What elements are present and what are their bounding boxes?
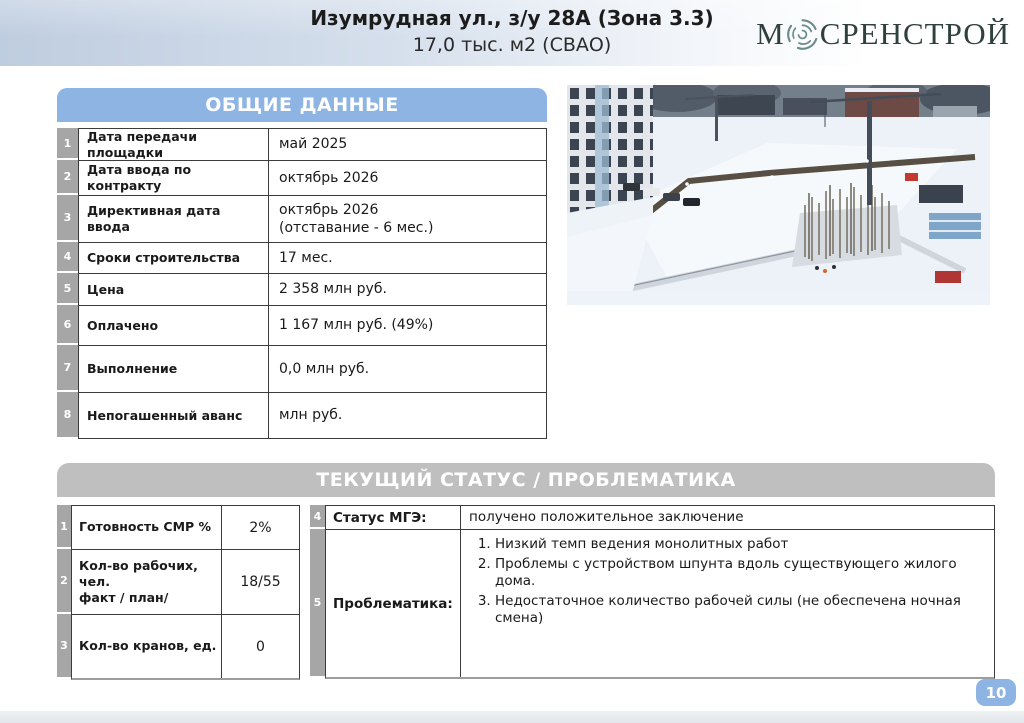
row-number: 4 xyxy=(310,505,325,529)
row-value: 17 мес. xyxy=(279,249,333,266)
current-status-header: ТЕКУЩИЙ СТАТУС / ПРОБЛЕМАТИКА xyxy=(57,463,995,497)
row-value: млн руб. xyxy=(279,407,343,424)
row-value: октябрь 2026 xyxy=(279,169,379,186)
problems-cell: Низкий темп ведения монолитных работ Про… xyxy=(461,530,994,677)
problem-item: Проблемы с устройством шпунта вдоль суще… xyxy=(495,556,964,591)
row-number: 3 xyxy=(57,195,78,242)
table-row: Кол-во рабочих, чел. факт / план/ 18/55 xyxy=(72,550,299,615)
table-row: Цена 2 358 млн руб. xyxy=(79,274,546,306)
general-data-header: ОБЩИЕ ДАННЫЕ xyxy=(57,88,547,122)
logo-vortex-icon xyxy=(786,18,818,50)
status-details-number-column: 4 5 xyxy=(310,505,325,679)
row-label: Директивная дата ввода xyxy=(79,196,269,242)
table-row: Дата ввода по контракту октябрь 2026 xyxy=(79,161,546,196)
row-label: Готовность СМР % xyxy=(72,506,222,549)
row-value: 0,0 млн руб. xyxy=(279,360,370,377)
slide-footer-strip xyxy=(0,711,1024,723)
row-number: 3 xyxy=(57,614,71,677)
table-row: Директивная дата ввода октябрь 2026 (отс… xyxy=(79,196,546,243)
table-row: Кол-во кранов, ед. 0 xyxy=(72,615,299,678)
problems-list: Низкий темп ведения монолитных работ Про… xyxy=(469,536,964,628)
general-data-section: ОБЩИЕ ДАННЫЕ 1 2 3 4 5 6 7 8 Дата переда… xyxy=(57,88,547,439)
table-row: Статус МГЭ: получено положительное заклю… xyxy=(326,506,994,530)
logo-text: СРЕНСТРОЙ xyxy=(819,16,1010,51)
row-number: 7 xyxy=(57,345,78,392)
row-number: 1 xyxy=(57,505,71,549)
row-label: Сроки строительства xyxy=(79,243,269,273)
table-row: Оплачено 1 167 млн руб. (49%) xyxy=(79,306,546,346)
row-label: Проблематика: xyxy=(326,530,461,677)
status-metrics-table: 1 2 3 Готовность СМР % 2% Кол-во рабочих… xyxy=(57,505,300,680)
row-value: май 2025 xyxy=(279,136,348,153)
row-value: 0 xyxy=(256,638,265,655)
table-row: Сроки строительства 17 мес. xyxy=(79,243,546,274)
row-label: Выполнение xyxy=(79,346,269,392)
row-label: Оплачено xyxy=(79,306,269,345)
status-metrics-number-column: 1 2 3 xyxy=(57,505,71,680)
table-row: Готовность СМР % 2% xyxy=(72,506,299,550)
row-label: Непогашенный аванс xyxy=(79,393,269,438)
row-value: октябрь 2026 (отставание - 6 мес.) xyxy=(279,201,434,236)
row-number: 1 xyxy=(57,128,78,160)
general-data-number-column: 1 2 3 4 5 6 7 8 xyxy=(57,128,78,439)
row-label: Дата передачи площадки xyxy=(79,129,269,160)
construction-site-photo xyxy=(567,80,1004,305)
table-row: Проблематика: Низкий темп ведения моноли… xyxy=(326,530,994,677)
row-value: 18/55 xyxy=(240,574,281,590)
table-row: Выполнение 0,0 млн руб. xyxy=(79,346,546,393)
row-label: Кол-во рабочих, чел. факт / план/ xyxy=(72,550,222,614)
winter-construction-illustration xyxy=(567,80,1004,305)
row-number: 4 xyxy=(57,242,78,273)
row-label: Кол-во кранов, ед. xyxy=(72,615,222,678)
row-label: Статус МГЭ: xyxy=(326,506,461,529)
mosrenstroy-logo: М СРЕНСТРОЙ xyxy=(756,13,1010,55)
row-value: 1 167 млн руб. (49%) xyxy=(279,317,434,334)
row-number: 8 xyxy=(57,392,78,437)
problem-item: Низкий темп ведения монолитных работ xyxy=(495,536,964,554)
logo-letter-m: М xyxy=(756,16,785,51)
table-row: Дата передачи площадки май 2025 xyxy=(79,129,546,161)
general-data-table: Дата передачи площадки май 2025 Дата вво… xyxy=(78,128,547,439)
table-row: Непогашенный аванс млн руб. xyxy=(79,393,546,438)
row-value: 2 358 млн руб. xyxy=(279,281,387,298)
row-value: 2% xyxy=(249,519,272,536)
page-number-badge: 10 xyxy=(976,679,1016,706)
row-number: 5 xyxy=(57,273,78,305)
row-value: получено положительное заключение xyxy=(469,508,744,525)
row-number: 5 xyxy=(310,529,325,676)
row-number: 2 xyxy=(57,549,71,614)
row-number: 2 xyxy=(57,160,78,195)
status-details-table: 4 5 Статус МГЭ: получено положительное з… xyxy=(310,505,995,679)
row-label: Цена xyxy=(79,274,269,305)
problem-item: Недостаточное количество рабочей силы (н… xyxy=(495,593,964,628)
row-number: 6 xyxy=(57,305,78,345)
row-label: Дата ввода по контракту xyxy=(79,161,269,195)
current-status-section: ТЕКУЩИЙ СТАТУС / ПРОБЛЕМАТИКА 1 2 3 Гото… xyxy=(57,463,995,680)
